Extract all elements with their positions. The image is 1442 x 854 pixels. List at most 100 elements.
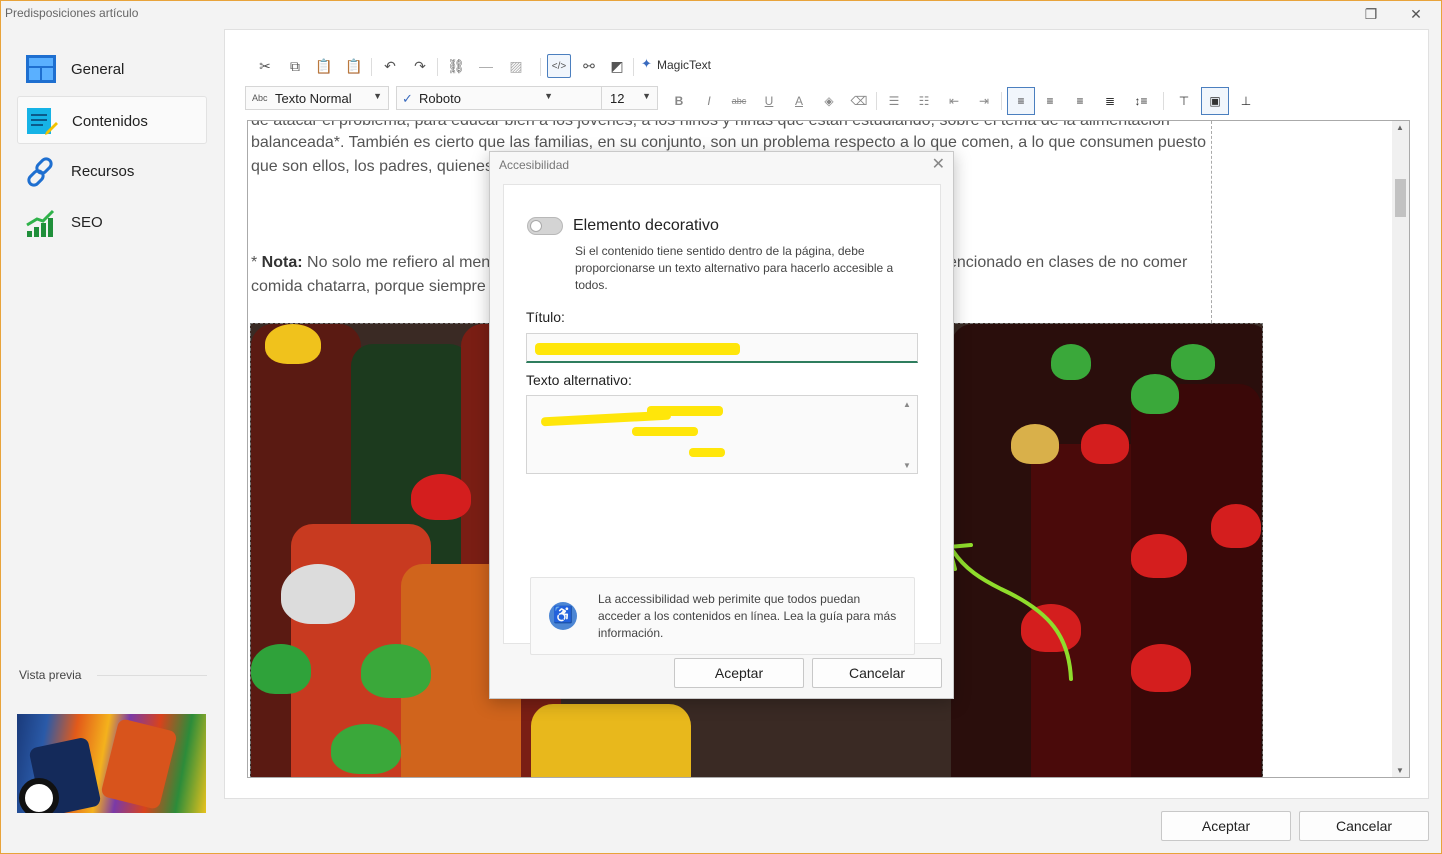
paste-icon[interactable]: 📋	[312, 54, 336, 78]
align-left-icon[interactable]: ≡	[1007, 87, 1035, 115]
indent-icon[interactable]: ⇥	[973, 90, 995, 112]
underline-icon[interactable]: U	[758, 90, 780, 112]
sidebar: General Contenidos Recursos SEO Vista pr…	[11, 41, 211, 821]
layout-icon	[26, 55, 56, 83]
scroll-up-icon[interactable]: ▲	[903, 400, 911, 409]
unlink-icon[interactable]: ⚯	[577, 54, 601, 78]
table-border	[1211, 121, 1212, 323]
paragraph-line: que son ellos, los padres, quienes	[251, 158, 493, 175]
sparkle-icon: ✦	[641, 56, 652, 71]
alt-text-label: Texto alternativo:	[526, 372, 632, 388]
scroll-down-icon[interactable]: ▼	[903, 461, 911, 470]
font-value: Roboto	[419, 91, 461, 106]
cut-icon[interactable]: ✂	[253, 54, 277, 78]
title-input[interactable]	[526, 333, 918, 363]
note-line-right: encionado en clases de no comer	[948, 254, 1188, 271]
sidebar-item-label: Contenidos	[72, 113, 148, 130]
image-wrap-bottom-icon[interactable]: ⊥	[1235, 90, 1257, 112]
highlight-icon[interactable]: ◈	[818, 90, 840, 112]
redaction-mark	[632, 427, 698, 436]
preview-label: Vista previa	[19, 668, 82, 682]
chevron-down-icon: ▼	[544, 91, 553, 101]
annotation-arrow	[947, 543, 1073, 681]
strikethrough-icon[interactable]: abc	[728, 90, 750, 112]
accessibility-dialog: Accesibilidad ✕ Elemento decorativo Si e…	[489, 151, 954, 699]
font-size-select[interactable]: 12 ▼	[602, 86, 658, 110]
cancel-button[interactable]: Cancelar	[1299, 811, 1429, 841]
redaction-mark	[535, 343, 740, 355]
info-box: ♿ La accessibilidad web perimite que tod…	[530, 577, 915, 655]
document-edit-icon	[27, 108, 58, 135]
sidebar-item-label: General	[71, 61, 125, 78]
redaction-mark	[689, 448, 725, 457]
font-color-icon[interactable]: A	[788, 90, 810, 112]
redo-icon[interactable]: ↷	[408, 54, 432, 78]
link-icon	[27, 157, 53, 187]
textarea-scrollbar[interactable]: ▲ ▼	[901, 398, 915, 472]
italic-icon[interactable]: I	[698, 90, 720, 112]
redaction-mark	[647, 406, 723, 416]
outdent-icon[interactable]: ⇤	[943, 90, 965, 112]
dialog-accept-button[interactable]: Aceptar	[674, 658, 804, 688]
clear-format-icon[interactable]: ⌫	[848, 90, 870, 112]
note-line-2: comida chatarra, porque siempre s	[251, 278, 499, 295]
font-size-value: 12	[610, 91, 625, 106]
sidebar-item-seo[interactable]: SEO	[17, 198, 207, 246]
font-select[interactable]: ✓ Roboto ▼ 12	[396, 86, 623, 110]
accept-button[interactable]: Aceptar	[1161, 811, 1291, 841]
magictext-button[interactable]: MagicText	[657, 58, 711, 72]
window-title: Predisposiciones artículo	[5, 6, 139, 20]
sidebar-item-label: SEO	[71, 214, 103, 231]
decorative-label: Elemento decorativo	[573, 217, 719, 234]
preview-image[interactable]	[17, 714, 206, 813]
image-wrap-top-icon[interactable]: ⊤	[1173, 90, 1195, 112]
align-center-icon[interactable]: ≡	[1039, 90, 1061, 112]
close-icon[interactable]: ✕	[932, 154, 945, 174]
alt-text-textarea[interactable]: ▲ ▼	[526, 395, 918, 474]
sidebar-item-general[interactable]: General	[17, 45, 207, 93]
bullet-list-icon[interactable]: ☰	[883, 90, 905, 112]
bold-icon[interactable]: B	[668, 90, 690, 112]
image-wrap-middle-icon[interactable]: ▣	[1201, 87, 1229, 115]
sidebar-item-contenidos[interactable]: Contenidos	[17, 96, 207, 144]
scroll-thumb[interactable]	[1395, 179, 1406, 217]
paragraph-style-select[interactable]: Abc Texto Normal ▼	[245, 86, 389, 110]
paste-text-icon[interactable]: 📋	[342, 54, 366, 78]
decorative-description: Si el contenido tiene sentido dentro de …	[575, 244, 894, 292]
numbered-list-icon[interactable]: ☷	[913, 90, 935, 112]
sidebar-item-recursos[interactable]: Recursos	[17, 147, 207, 195]
dialog-cancel-button[interactable]: Cancelar	[812, 658, 942, 688]
justify-icon[interactable]: ≣	[1099, 90, 1121, 112]
vertical-scrollbar[interactable]: ▲ ▼	[1392, 121, 1409, 777]
title-label: Título:	[526, 309, 565, 325]
info-text: La accessibilidad web perimite que todos…	[598, 592, 897, 640]
link-icon[interactable]: ⛓	[444, 54, 468, 78]
scroll-down-icon[interactable]: ▼	[1396, 766, 1404, 775]
divider	[97, 675, 207, 676]
contrast-icon[interactable]: ◩	[605, 54, 629, 78]
horizontal-rule-icon[interactable]: —	[474, 54, 498, 78]
dialog-title: Accesibilidad	[499, 158, 570, 172]
chevron-down-icon: ▼	[373, 91, 382, 101]
dialog-body: Elemento decorativo Si el contenido tien…	[503, 184, 941, 655]
source-code-icon[interactable]: </>	[547, 54, 571, 78]
decorative-toggle[interactable]	[527, 217, 563, 235]
copy-icon[interactable]: ⧉	[283, 54, 307, 78]
toggle-knob	[530, 220, 542, 232]
close-icon[interactable]: ✕	[1401, 3, 1431, 25]
restore-icon[interactable]: ❐	[1356, 3, 1386, 25]
window: Predisposiciones artículo ❐ ✕ General Co…	[0, 0, 1442, 854]
check-icon: ✓	[402, 91, 413, 106]
image-icon[interactable]: ▨	[504, 54, 528, 78]
align-right-icon[interactable]: ≡	[1069, 90, 1091, 112]
style-value: Texto Normal	[275, 91, 352, 106]
scroll-up-icon[interactable]: ▲	[1396, 123, 1404, 132]
title-bar: Predisposiciones artículo ❐ ✕	[1, 1, 1441, 27]
style-prefix: Abc	[252, 93, 268, 103]
undo-icon[interactable]: ↶	[378, 54, 402, 78]
sidebar-item-label: Recursos	[71, 163, 135, 180]
chart-growth-icon	[26, 209, 55, 237]
chevron-down-icon: ▼	[642, 91, 651, 101]
note-line: * Nota: No solo me refiero al ment	[251, 254, 495, 271]
line-height-icon[interactable]: ↕≡	[1130, 90, 1152, 112]
